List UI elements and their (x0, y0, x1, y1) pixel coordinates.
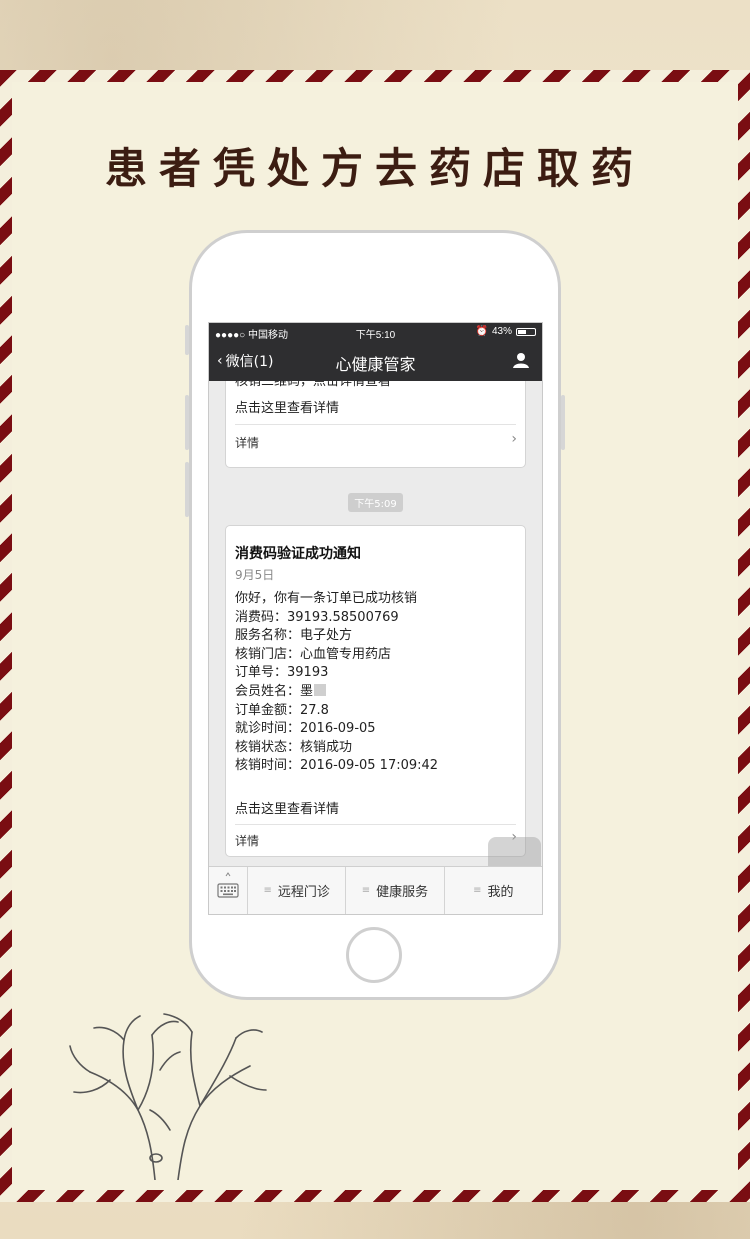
mute-switch (185, 325, 189, 355)
keyboard-icon (217, 872, 239, 898)
view-details-link[interactable]: 点击这里查看详情 (235, 798, 339, 817)
member-name-row: 会员姓名：墨 (235, 683, 438, 702)
menu-health-services[interactable]: ≡ 健康服务 (346, 867, 445, 914)
alarm-icon: ⏰ (475, 326, 488, 337)
power-button (561, 395, 565, 450)
battery-icon (516, 327, 536, 336)
menu-lines-icon: ≡ (263, 885, 272, 896)
volume-up-button (185, 395, 189, 450)
verification-notice-card[interactable]: 消费码验证成功通知 9月5日 你好，你有一条订单已成功核销 消费码：39193.… (225, 525, 526, 857)
card-divider (235, 424, 516, 425)
menu-lines-icon: ≡ (473, 885, 482, 896)
notice-body: 你好，你有一条订单已成功核销 消费码：39193.58500769 服务名称：电… (235, 590, 438, 776)
notice-field: 服务名称：电子处方 (235, 628, 353, 644)
menu-mine[interactable]: ≡ 我的 (445, 867, 542, 914)
notice-title: 消费码验证成功通知 (235, 546, 361, 562)
notice-field: 订单金额：27.8 (235, 702, 329, 718)
detail-label[interactable]: 详情 (235, 832, 259, 849)
chat-area: 核销三维码，点击详情查看 点击这里查看详情 详情 › 下午5:09 消费码验证成… (209, 381, 542, 868)
menu-remote-clinic[interactable]: ≡ 远程门诊 (248, 867, 347, 914)
notice-field: 订单号：39193 (235, 665, 329, 681)
chevron-right-icon: › (511, 431, 517, 447)
notice-field: 核销状态：核销成功 (235, 739, 353, 755)
notice-date: 9月5日 (235, 568, 275, 582)
message-timestamp: 下午5:09 (209, 492, 542, 512)
redacted-name-blur (314, 683, 327, 696)
volume-down-button (185, 462, 189, 517)
service-menu-bar: ≡ 远程门诊 ≡ 健康服务 ≡ 我的 (209, 866, 542, 914)
notice-field: 核销门店：心血管专用药店 (235, 646, 392, 662)
detail-label[interactable]: 详情 (235, 434, 259, 451)
chat-title: 心健康管家 (335, 355, 416, 374)
status-bar: ●●●●○ 中国移动 下午5:10 ⏰ 43% (209, 323, 542, 341)
notice-field: 会员姓名：墨 (235, 683, 314, 699)
message-card[interactable]: 核销三维码，点击详情查看 点击这里查看详情 详情 › (225, 381, 526, 468)
page-headline: 患者凭处方去药店取药 (104, 144, 645, 193)
phone-screen: ●●●●○ 中国移动 下午5:10 ⏰ 43% ‹ 微信(1) 心健康管家 核销… (208, 322, 543, 915)
message-peek-text: 核销三维码，点击详情查看 (235, 381, 392, 389)
battery-percent: 43% (491, 326, 512, 337)
home-button[interactable] (346, 927, 402, 983)
card-divider (235, 824, 516, 825)
keyboard-toggle[interactable] (209, 867, 248, 914)
tree-illustration (69, 1013, 267, 1180)
notice-field: 就诊时间：2016-09-05 (235, 721, 376, 737)
view-details-link[interactable]: 点击这里查看详情 (235, 397, 339, 416)
notice-field: 核销时间：2016-09-05 17:09:42 (235, 758, 439, 774)
menu-lines-icon: ≡ (361, 885, 371, 896)
user-icon[interactable] (512, 351, 530, 369)
navigation-bar: ‹ 微信(1) 心健康管家 (209, 341, 542, 381)
notice-greeting: 你好，你有一条订单已成功核销 (235, 591, 418, 606)
notice-field: 消费码：39193.58500769 (235, 609, 399, 625)
